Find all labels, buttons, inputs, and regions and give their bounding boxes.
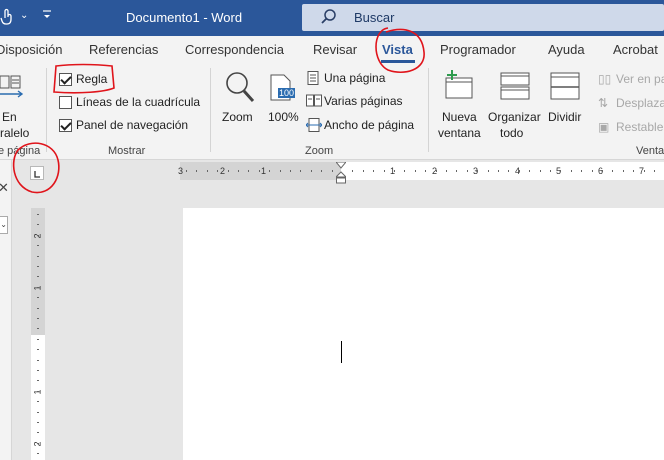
- annotation-circle-vista: [375, 27, 425, 74]
- annotation-overlay: [12, 27, 425, 194]
- annotation-circle-tab-selector: [12, 142, 60, 194]
- annotation-circle-regla: [53, 63, 115, 94]
- word-window: ⌄ Documento1 - Word Buscar Disposición R…: [0, 0, 664, 460]
